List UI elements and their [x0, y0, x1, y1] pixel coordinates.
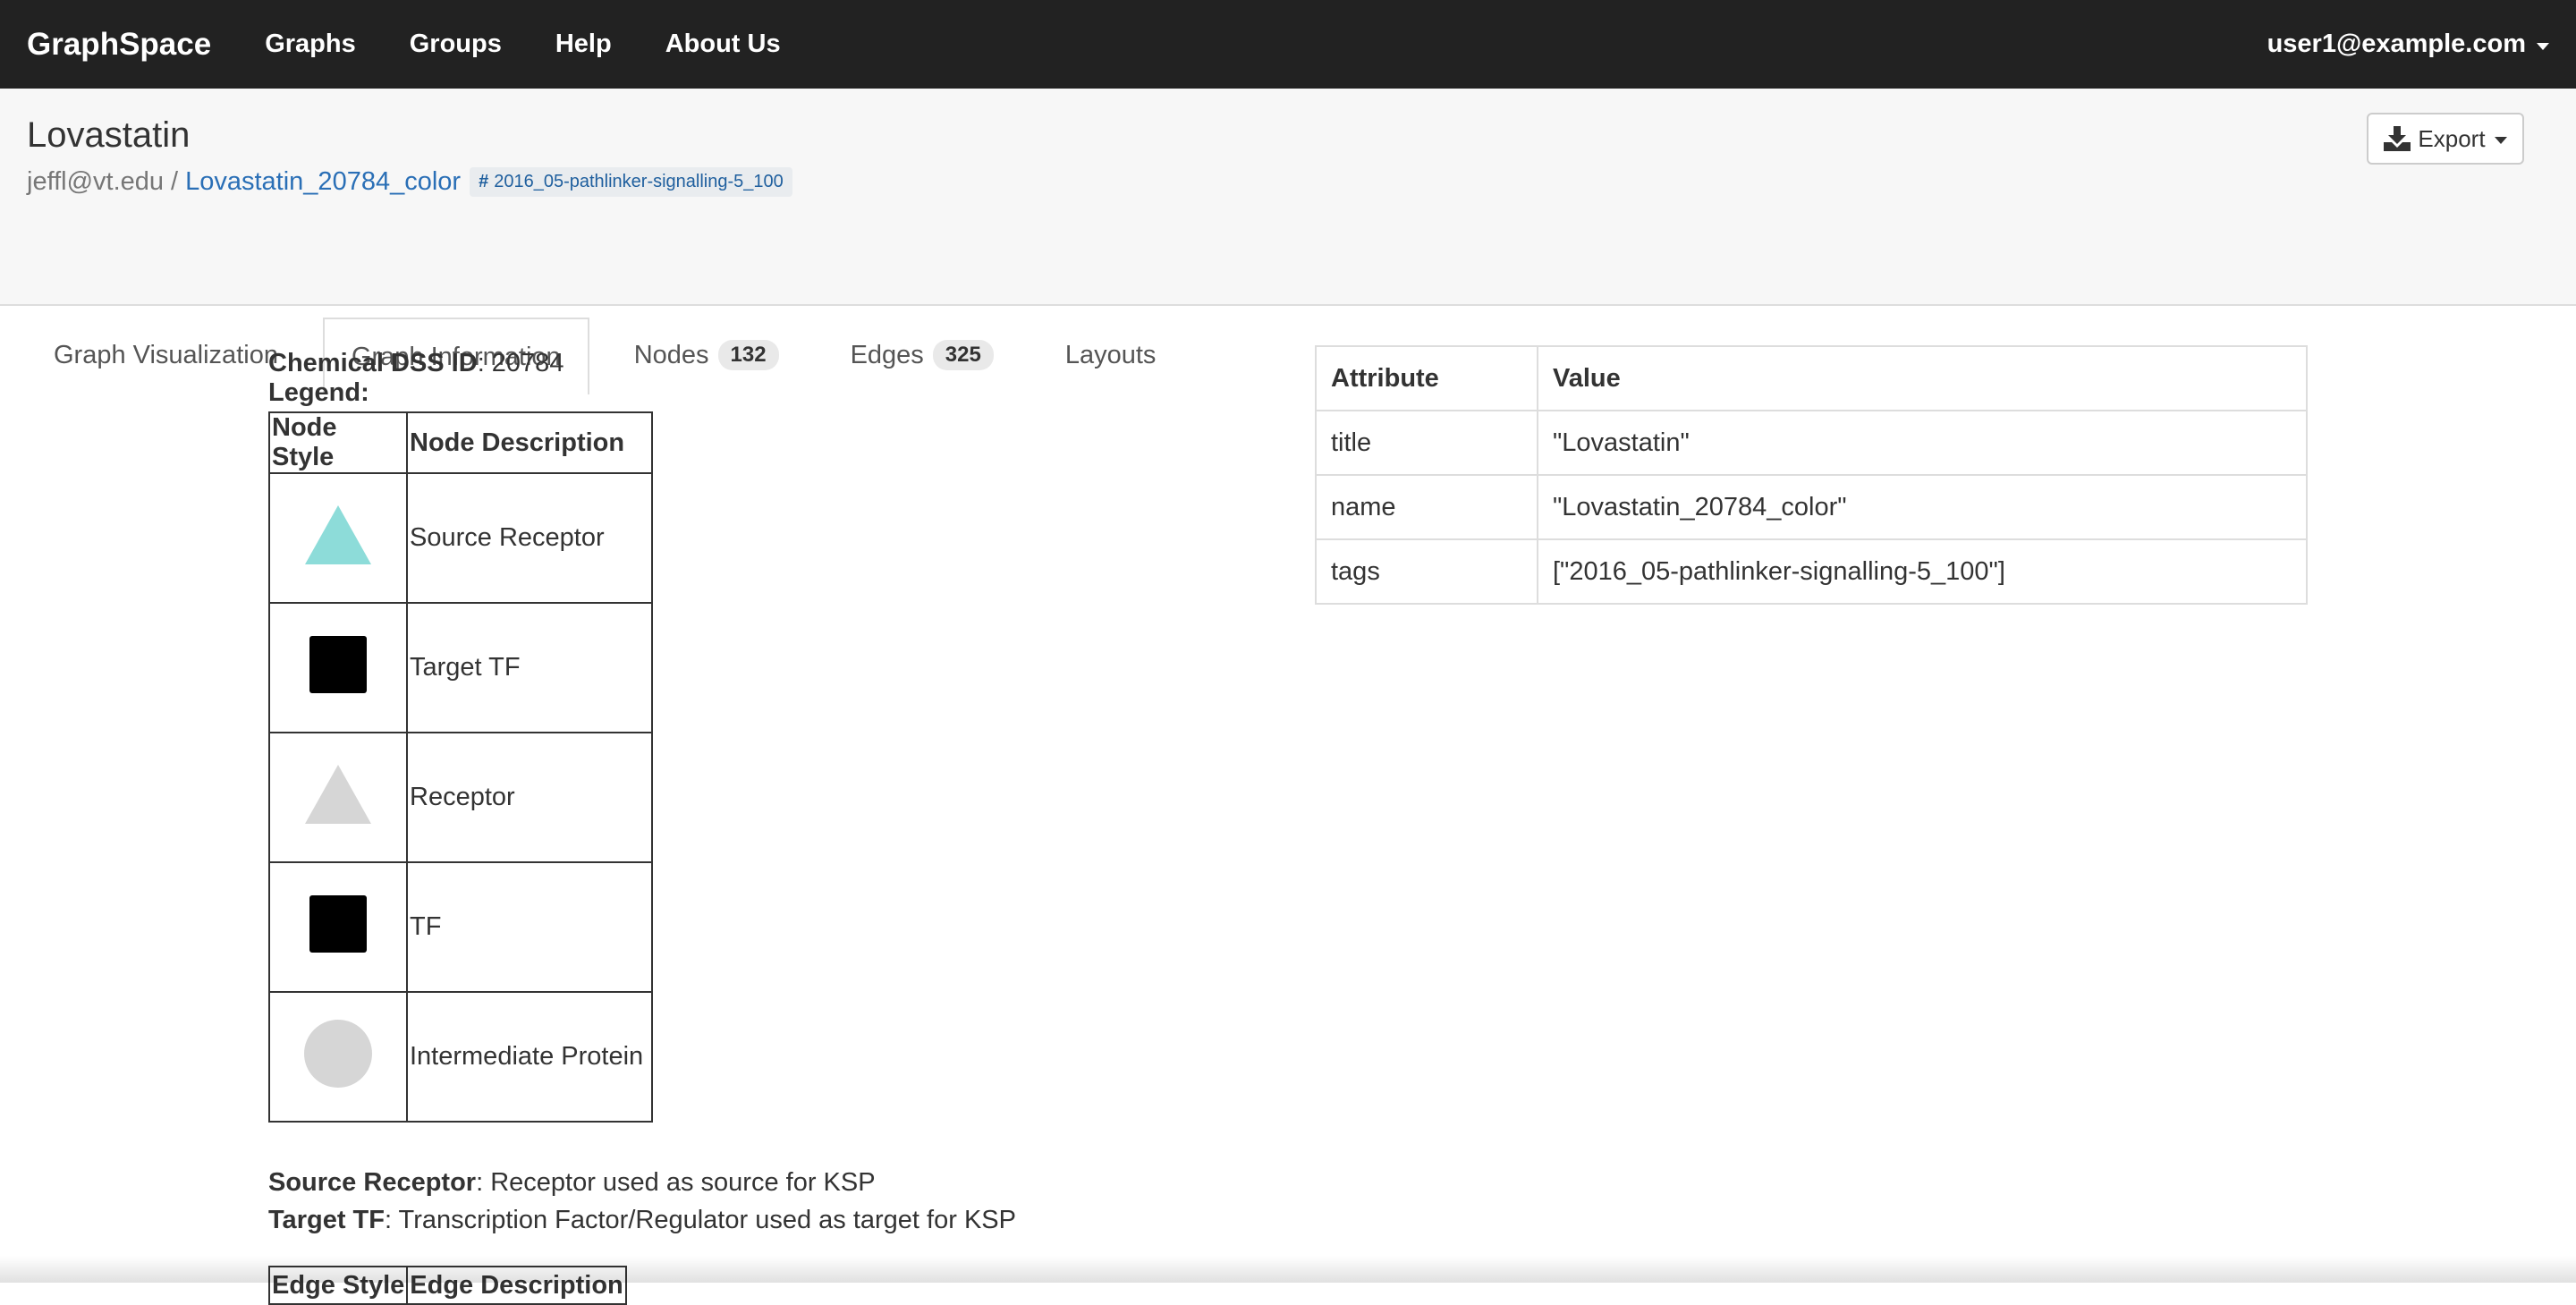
export-button[interactable]: Export: [2367, 113, 2524, 165]
note-line: Target TF: Transcription Factor/Regulato…: [268, 1201, 1016, 1239]
node-description: Target TF: [406, 602, 653, 733]
user-menu[interactable]: user1@example.com: [2267, 0, 2549, 89]
brand-logo[interactable]: GraphSpace: [27, 27, 211, 63]
owner-email: jeffl@vt.edu: [27, 167, 165, 196]
nav-graphs[interactable]: Graphs: [238, 30, 383, 59]
table-row: Source Receptor: [268, 472, 653, 604]
legend-notes: Source Receptor: Receptor used as source…: [268, 1164, 1016, 1239]
breadcrumb: jeffl@vt.edu / Lovastatin_20784_color # …: [27, 167, 792, 197]
square-icon: [309, 894, 367, 953]
node-style-cell: [268, 861, 408, 993]
tab-label: Graph Visualization: [54, 340, 278, 369]
tag-badge[interactable]: # 2016_05-pathlinker-signalling-5_100: [470, 167, 792, 197]
graph-header: Lovastatin jeffl@vt.edu / Lovastatin_207…: [0, 89, 2576, 394]
legend-heading: Legend:: [268, 378, 1016, 408]
top-navbar: GraphSpace Graphs Groups Help About Us u…: [0, 0, 2576, 89]
node-description: Intermediate Protein: [406, 991, 653, 1123]
tab-layouts[interactable]: Layouts: [1038, 318, 1183, 393]
attribute-value: "Lovastatin_20784_color": [1537, 474, 2308, 540]
attribute-key: tags: [1315, 538, 1538, 605]
attribute-key: name: [1315, 474, 1538, 540]
note-text: : Transcription Factor/Regulator used as…: [384, 1206, 1016, 1234]
attribute-value: ["2016_05-pathlinker-signalling-5_100"]: [1537, 538, 2308, 605]
nav-help[interactable]: Help: [529, 30, 639, 59]
square-icon: [309, 635, 367, 693]
chemical-id-label: Chemical DSS ID: [268, 349, 478, 377]
graph-name-link[interactable]: Lovastatin_20784_color: [185, 167, 461, 197]
note-term: Target TF: [268, 1206, 385, 1234]
nav-groups[interactable]: Groups: [383, 30, 529, 59]
attribute-key: title: [1315, 410, 1538, 476]
chemical-id-line: Chemical DSS ID: 20784: [268, 349, 1016, 378]
column-header: Value: [1537, 345, 2308, 411]
node-style-cell: [268, 991, 408, 1123]
nav-about-us[interactable]: About Us: [639, 30, 808, 59]
column-header: Node Description: [406, 411, 653, 474]
column-header: Attribute: [1315, 345, 1538, 411]
table-row: title "Lovastatin": [1315, 410, 2308, 476]
triangle-icon: [305, 504, 371, 564]
download-icon: [2384, 126, 2411, 151]
column-header: Node Style: [268, 411, 408, 474]
graph-description: Chemical DSS ID: 20784 Legend: Node Styl…: [267, 349, 1016, 1305]
node-style-cell: [268, 472, 408, 604]
export-label: Export: [2418, 124, 2486, 152]
chevron-down-icon: [2494, 137, 2507, 144]
attribute-value: "Lovastatin": [1537, 410, 2308, 476]
chevron-down-icon: [2537, 42, 2549, 50]
node-legend-table: Node Style Node Description Source Recep…: [268, 411, 653, 1123]
note-line: Source Receptor: Receptor used as source…: [268, 1164, 1016, 1201]
node-description: Source Receptor: [406, 472, 653, 604]
tag-label: 2016_05-pathlinker-signalling-5_100: [494, 172, 784, 191]
nav-links: Graphs Groups Help About Us: [238, 30, 807, 59]
note-term: Source Receptor: [268, 1168, 477, 1197]
legend-label: Legend:: [268, 378, 369, 407]
note-text: : Receptor used as source for KSP: [476, 1168, 876, 1197]
table-row: tags ["2016_05-pathlinker-signalling-5_1…: [1315, 538, 2308, 605]
page-title: Lovastatin: [27, 115, 191, 155]
node-style-cell: [268, 602, 408, 733]
circle-icon: [304, 1019, 372, 1088]
triangle-icon: [305, 764, 371, 824]
user-email: user1@example.com: [2267, 30, 2526, 58]
table-row: TF: [268, 861, 653, 993]
hashtag-icon: #: [479, 172, 489, 191]
table-row: name "Lovastatin_20784_color": [1315, 474, 2308, 540]
table-header-row: Node Style Node Description: [268, 411, 653, 474]
node-style-cell: [268, 732, 408, 863]
table-row: Intermediate Protein: [268, 991, 653, 1123]
node-description: Receptor: [406, 732, 653, 863]
table-row: Target TF: [268, 602, 653, 733]
node-description: TF: [406, 861, 653, 993]
table-header-row: Attribute Value: [1315, 345, 2308, 411]
chemical-id-value: : 20784: [477, 349, 564, 377]
attributes-table: Attribute Value title "Lovastatin" name …: [1315, 345, 2308, 605]
table-row: Receptor: [268, 732, 653, 863]
tab-label: Layouts: [1064, 340, 1157, 369]
tab-graph-visualization[interactable]: Graph Visualization: [27, 318, 305, 393]
breadcrumb-separator: /: [171, 167, 179, 196]
scroll-shadow: [0, 1256, 2576, 1283]
